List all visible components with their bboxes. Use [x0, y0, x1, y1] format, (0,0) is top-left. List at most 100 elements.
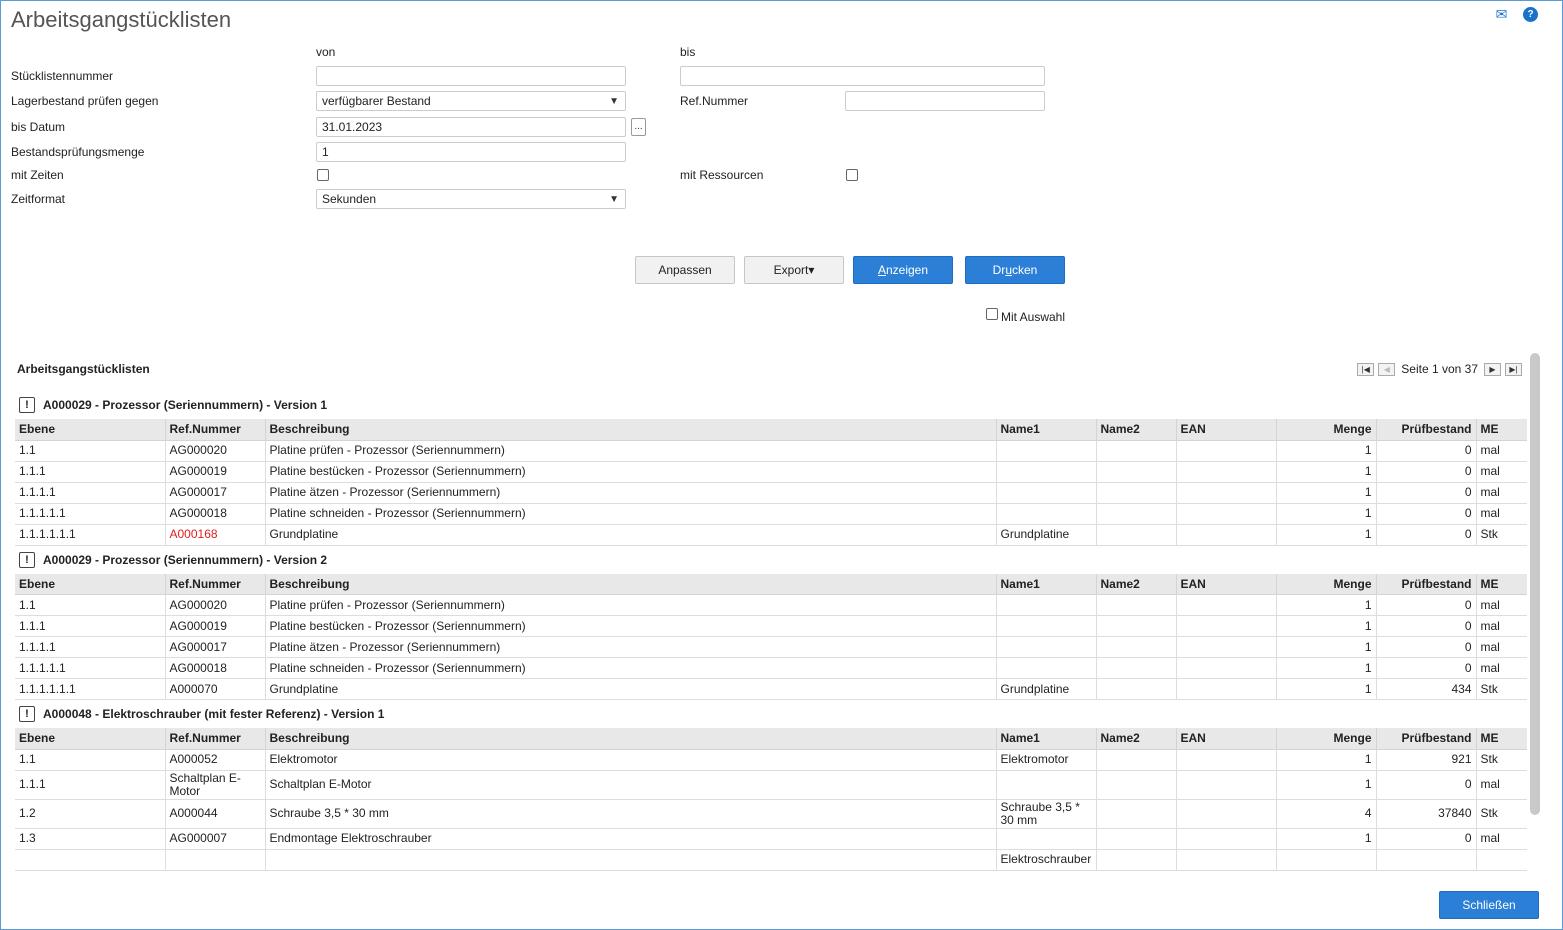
anzeigen-button[interactable]: Anzeigen	[853, 256, 953, 284]
table-row[interactable]: 1.1 AG000020 Platine prüfen - Prozessor (S…	[15, 594, 1527, 616]
table-cell: Endmontage Elektroschrauber	[265, 828, 997, 850]
table-cell: Grundplatine	[265, 524, 997, 546]
refnummer-input[interactable]	[845, 91, 1045, 111]
column-header[interactable]: EAN	[1176, 419, 1277, 441]
mitzeiten-checkbox[interactable]	[317, 169, 329, 181]
column-header[interactable]: Beschreibung	[265, 573, 997, 595]
next-page-icon[interactable]: ▶	[1484, 362, 1501, 376]
column-header[interactable]: Name2	[1096, 419, 1177, 441]
group-title: A000048 - Elektroschrauber (mit fester R…	[43, 707, 385, 721]
mit-auswahl-label: Mit Auswahl	[1001, 310, 1066, 324]
column-header[interactable]: Ebene	[15, 573, 166, 595]
table-row[interactable]: 1.2 A000044 Schraube 3,5 * 30 mm Schraube 3…	[15, 799, 1527, 829]
column-header[interactable]: Prüfbestand	[1376, 728, 1477, 750]
column-header[interactable]: Name1	[996, 573, 1097, 595]
column-header[interactable]: ME	[1476, 419, 1527, 441]
column-header[interactable]: Name1	[996, 419, 1097, 441]
column-header[interactable]: Name2	[1096, 573, 1177, 595]
bisdatum-input[interactable]: 31.01.2023	[316, 117, 626, 137]
table-row[interactable]: 1.3 AG000007 Endmontage Elektroschrauber 1 0…	[15, 828, 1527, 850]
stuecklistennummer-label: Stücklistennummer	[11, 69, 114, 83]
warning-icon[interactable]: !	[19, 551, 35, 568]
column-header[interactable]: Prüfbestand	[1376, 573, 1477, 595]
column-header[interactable]: Beschreibung	[265, 728, 997, 750]
column-header[interactable]: Menge	[1276, 419, 1377, 441]
mail-icon[interactable]: ✉	[1494, 7, 1509, 22]
column-header[interactable]: Ref.Nummer	[165, 419, 266, 441]
table-row[interactable]: 1.1.1 AG000019 Platine bestücken - Prozess…	[15, 461, 1527, 483]
table-row[interactable]: 1.1 A000052 Elektromotor Elektromotor 1 921 St…	[15, 749, 1527, 771]
table-row[interactable]: Elektroschrauber	[15, 849, 1527, 871]
zeitformat-select[interactable]: Sekunden ▼	[316, 189, 626, 209]
table-row[interactable]: 1.1.1 AG000019 Platine bestücken - Prozess…	[15, 615, 1527, 637]
table-cell: Stk	[1476, 524, 1527, 546]
table-cell: mal	[1476, 636, 1527, 658]
column-header[interactable]: Ebene	[15, 728, 166, 750]
column-header[interactable]: Menge	[1276, 573, 1377, 595]
table-cell: AG000020	[165, 594, 266, 616]
mitressourcen-checkbox[interactable]	[846, 169, 858, 181]
warning-icon[interactable]: !	[19, 397, 35, 413]
export-button[interactable]: Export▾	[744, 256, 844, 284]
column-header[interactable]: EAN	[1176, 573, 1277, 595]
table-cell: AG000019	[165, 461, 266, 483]
results-title: Arbeitsgangstücklisten	[17, 362, 150, 376]
mit-auswahl-checkbox[interactable]	[986, 308, 998, 320]
table-cell: 0	[1376, 461, 1477, 483]
table-row[interactable]: 1.1 AG000020 Platine prüfen - Prozessor (S…	[15, 440, 1527, 462]
first-page-icon[interactable]: |◀	[1357, 362, 1375, 376]
table-cell	[1096, 461, 1177, 483]
drucken-label-pre: Dr	[992, 263, 1006, 277]
table-row[interactable]: 1.1.1.1.1.1 A000070 Grundplatine Grundplati…	[15, 678, 1527, 700]
table-cell: Schraube 3,5 * 30 mm	[996, 799, 1097, 829]
warning-icon[interactable]: !	[19, 706, 35, 722]
table-cell	[1176, 594, 1277, 616]
table-cell	[1176, 636, 1277, 658]
group-title: A000029 - Prozessor (Seriennummern) - Ve…	[43, 552, 328, 567]
table-row[interactable]: 1.1.1.1.1.1 A000168 Grundplatine Grundplati…	[15, 524, 1527, 546]
column-header[interactable]: Ref.Nummer	[165, 728, 266, 750]
lagerbestand-value: verfügbarer Bestand	[322, 94, 431, 108]
help-icon[interactable]: ?	[1523, 7, 1538, 22]
table-cell	[1176, 503, 1277, 525]
table-cell: 1.1.1.1.1.1	[15, 678, 166, 700]
date-picker-button[interactable]: ...	[631, 118, 646, 136]
column-header[interactable]: Prüfbestand	[1376, 419, 1477, 441]
table-cell	[1176, 799, 1277, 829]
menge-input[interactable]: 1	[316, 142, 626, 162]
table-cell: mal	[1476, 461, 1527, 483]
table-row[interactable]: 1.1.1.1.1 AG000018 Platine schneiden - Pro…	[15, 503, 1527, 525]
column-header[interactable]: ME	[1476, 728, 1527, 750]
table-cell: A000052	[165, 749, 266, 771]
column-header[interactable]: Menge	[1276, 728, 1377, 750]
column-header[interactable]: Name1	[996, 728, 1097, 750]
table-row[interactable]: 1.1.1.1.1 AG000018 Platine schneiden - Pro…	[15, 657, 1527, 679]
anpassen-button[interactable]: Anpassen	[635, 256, 735, 284]
table-row[interactable]: 1.1.1.1 AG000017 Platine ätzen - Prozessor…	[15, 482, 1527, 504]
prev-page-icon[interactable]: ◀	[1378, 362, 1396, 376]
table-cell: mal	[1476, 770, 1527, 800]
table-cell: AG000018	[165, 657, 266, 679]
table-row[interactable]: 1.1.1 Schaltplan E-Motor Schaltplan E-Moto…	[15, 770, 1527, 800]
last-page-icon[interactable]: ▶|	[1505, 362, 1522, 376]
lagerbestand-select[interactable]: verfügbarer Bestand ▼	[316, 91, 626, 111]
results-list[interactable]: ! A000029 - Prozessor (Seriennummern) - V…	[15, 391, 1527, 878]
vertical-scrollbar[interactable]	[1530, 353, 1540, 815]
table-cell	[1096, 749, 1177, 771]
table-cell: 1.1.1	[15, 615, 166, 637]
drucken-button[interactable]: Drucken	[965, 256, 1065, 284]
column-header[interactable]: EAN	[1176, 728, 1277, 750]
schliessen-button[interactable]: Schließen	[1439, 891, 1539, 919]
stuecklistennummer-von-input[interactable]	[316, 66, 626, 86]
table-cell	[165, 849, 266, 871]
table-row[interactable]: 1.1.1.1 AG000017 Platine ätzen - Prozessor…	[15, 636, 1527, 658]
column-header[interactable]: Beschreibung	[265, 419, 997, 441]
table-cell: Grundplatine	[265, 678, 997, 700]
stuecklistennummer-bis-input[interactable]	[680, 66, 1045, 86]
column-header[interactable]: Ref.Nummer	[165, 573, 266, 595]
column-header[interactable]: Name2	[1096, 728, 1177, 750]
column-header[interactable]: ME	[1476, 573, 1527, 595]
table-cell: 1	[1276, 657, 1377, 679]
table-cell	[996, 594, 1097, 616]
column-header[interactable]: Ebene	[15, 419, 166, 441]
